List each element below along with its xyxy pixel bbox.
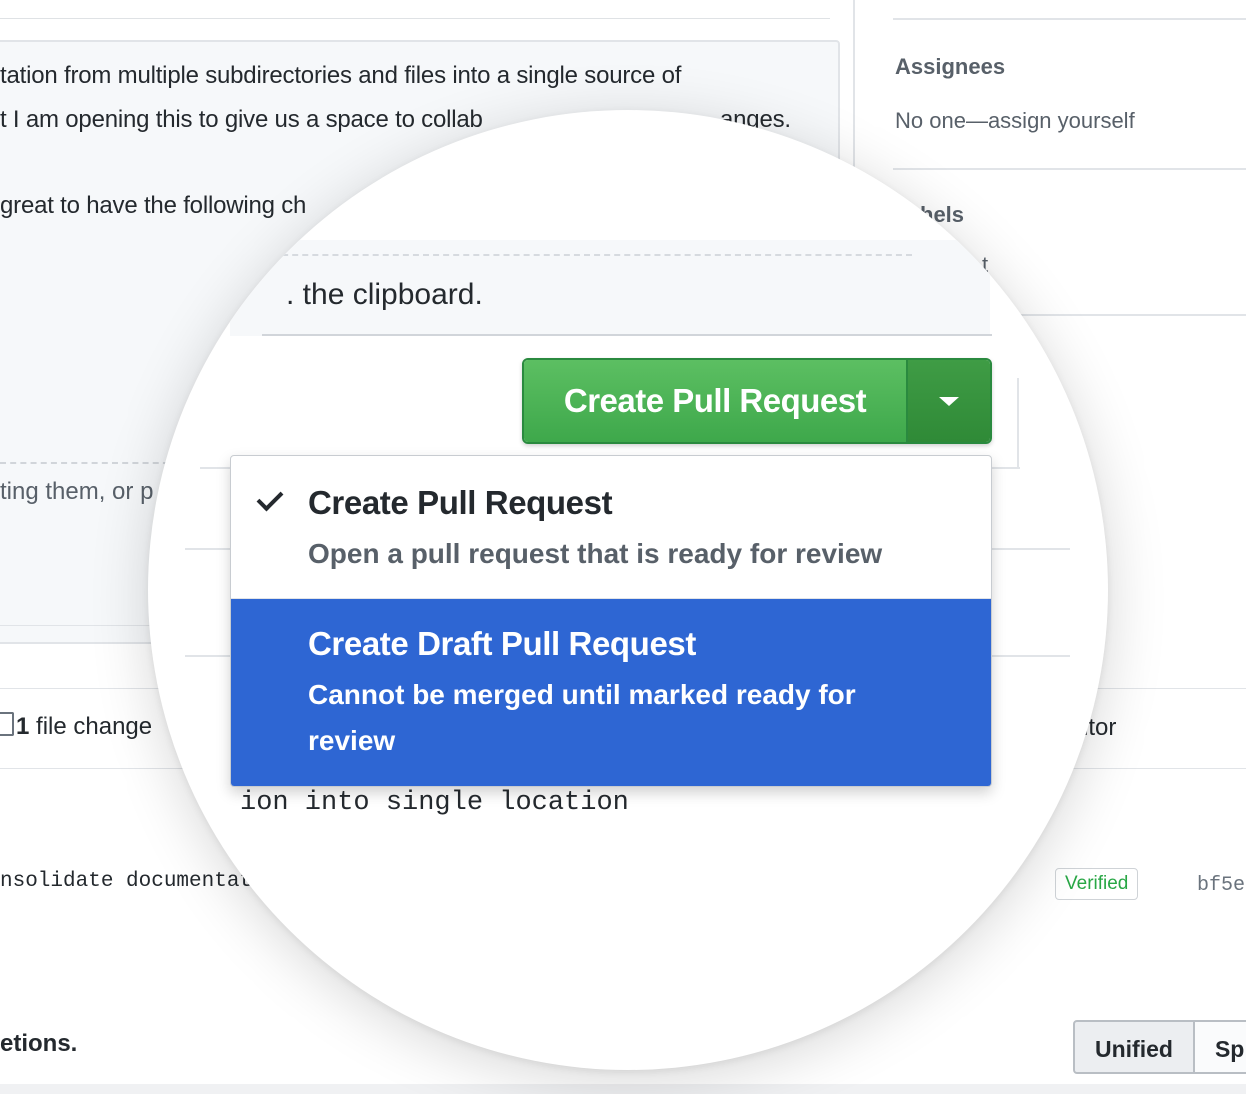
- file-diff-icon: [0, 712, 14, 736]
- pull-request-type-menu: Create Pull Request Open a pull request …: [230, 455, 992, 787]
- divider: [262, 334, 992, 336]
- menu-item-create-draft-pull-request[interactable]: Create Draft Pull Request Cannot be merg…: [231, 599, 991, 786]
- split-view-button[interactable]: Sp: [1194, 1020, 1246, 1074]
- divider: [893, 18, 1246, 20]
- diff-header-strip: [0, 1084, 1246, 1094]
- menu-item-description: Open a pull request that is ready for re…: [308, 538, 883, 569]
- divider: [0, 18, 830, 19]
- commit-sha-link[interactable]: bf5e: [1197, 874, 1245, 897]
- magnifier-lens: . the clipboard. ion into single locatio…: [148, 110, 1108, 1070]
- menu-item-title: Create Draft Pull Request: [308, 625, 696, 662]
- check-icon: [256, 484, 284, 512]
- caret-down-icon: [939, 396, 959, 406]
- pr-description-line: tation from multiple subdirectories and …: [0, 62, 682, 89]
- attachment-hint: ting them, or p: [0, 478, 154, 505]
- divider: [262, 254, 912, 256]
- assignees-heading[interactable]: Assignees: [895, 54, 1005, 80]
- diff-stats: etions.: [0, 1030, 78, 1057]
- commit-title: ion into single location: [240, 788, 629, 818]
- create-pull-request-split-button: Create Pull Request: [522, 358, 992, 444]
- menu-item-title: Create Pull Request: [308, 484, 613, 521]
- files-changed-tab[interactable]: 1 file change: [0, 712, 152, 741]
- divider: [1017, 378, 1019, 468]
- menu-item-description: Cannot be merged until marked ready for …: [308, 679, 856, 756]
- menu-item-create-pull-request[interactable]: Create Pull Request Open a pull request …: [231, 456, 991, 599]
- editor-attach-hint: . the clipboard.: [286, 278, 483, 311]
- dropdown-toggle-button[interactable]: [908, 360, 990, 442]
- create-pull-request-button[interactable]: Create Pull Request: [524, 360, 908, 442]
